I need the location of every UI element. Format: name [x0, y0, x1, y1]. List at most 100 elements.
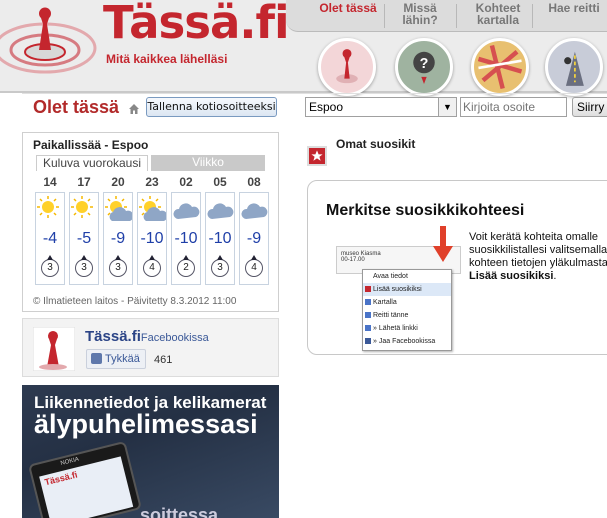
partly-cloudy-icon — [105, 196, 132, 221]
nav-separator — [532, 4, 533, 28]
favorites-promo: Merkitse suosikkikohteesi museo Kiasma 0… — [307, 180, 607, 355]
facebook-page-logo[interactable] — [33, 327, 75, 371]
weather-title: Paikallissää - Espoo — [33, 138, 149, 152]
save-home-address-button[interactable]: Tallenna kotiosoitteeksi — [146, 97, 277, 117]
weather-hour: 14 — [43, 175, 57, 189]
weather-temperature: -10 — [208, 230, 232, 247]
weather-footer: © Ilmatieteen laitos - Päivitetty 8.3.20… — [33, 296, 237, 307]
partly-cloudy-icon — [139, 196, 166, 221]
wind-indicator: 3 — [211, 255, 229, 277]
menu-item-icon — [365, 299, 371, 305]
phone-app-logo: Tässä.fi — [43, 469, 79, 488]
wind-indicator: 4 — [245, 255, 263, 277]
ad-footer-text: soittessa — [140, 505, 219, 518]
ad-subheadline: älypuhelimessasi — [34, 409, 258, 439]
city-select[interactable]: Espoo ▼ — [305, 97, 457, 117]
home-icon — [129, 104, 139, 114]
menu-item-icon — [365, 338, 371, 344]
nav-separator — [384, 4, 385, 28]
promo-text-post: . — [553, 270, 557, 282]
go-button[interactable]: Siirry — [572, 97, 607, 117]
nav-separator — [456, 4, 457, 28]
address-input[interactable] — [460, 97, 567, 117]
context-menu-item-label: Lisää suosikiksi — [373, 286, 422, 293]
phone-image: NOKIA Tässä.fi — [28, 440, 142, 518]
weather-hour: 02 — [179, 175, 193, 189]
facebook-page-name[interactable]: Tässä.fiFacebookissa — [85, 328, 209, 345]
nav-tab-missa-lahin[interactable]: Missä lähin? — [390, 2, 450, 26]
promo-text-bold: Lisää suosikiksi — [469, 270, 554, 282]
weather-temperature: -4 — [42, 230, 58, 247]
weather-widget: Paikallissää - Espoo Kuluva vuorokausi V… — [22, 132, 279, 312]
menu-item-icon — [365, 325, 371, 331]
weather-cell: -9 3 — [103, 192, 133, 285]
weather-cell: -5 3 — [69, 192, 99, 285]
context-menu-item: Lisää suosikiksi — [363, 283, 451, 296]
promo-text: Voit kerätä kohteita omalle suosikkilist… — [469, 231, 607, 283]
context-menu-item-label: Kartalla — [373, 299, 397, 306]
weather-temperature: -9 — [110, 230, 126, 247]
context-menu-item-label: Reitti tänne — [373, 312, 409, 319]
cloud-icon — [207, 203, 234, 219]
weather-hour: 08 — [247, 175, 261, 189]
weather-column: 08 -9 4 — [239, 173, 269, 285]
star-icon — [307, 146, 327, 166]
context-menu-item-label: Avaa tiedot — [373, 273, 408, 280]
wind-indicator: 2 — [177, 255, 195, 277]
logo-swirl-icon[interactable] — [0, 0, 120, 80]
nav-tab-hae-reitti[interactable]: Hae reitti — [544, 2, 604, 14]
tab-current-day[interactable]: Kuluva vuorokausi — [36, 155, 148, 171]
weather-column: 20 -9 3 — [103, 173, 133, 285]
facebook-page-title: Tässä.fi — [85, 328, 141, 345]
context-menu-item: » Lähetä linkki — [363, 322, 451, 335]
context-menu: Avaa tiedot Lisää suosikiksi Kartalla Reitt… — [362, 269, 452, 351]
nav-tab-olet-tassa[interactable]: Olet tässä — [318, 2, 378, 14]
context-menu-item-label: » Jaa Facebookissa — [373, 338, 436, 345]
context-menu-item: Kartalla — [363, 296, 451, 309]
promo-title: Merkitse suosikkikohteesi — [326, 202, 525, 219]
wind-indicator: 3 — [109, 255, 127, 277]
cloud-icon — [173, 203, 200, 219]
weather-hour: 17 — [77, 175, 91, 189]
weather-column: 17 -5 3 — [69, 173, 99, 285]
nav-tab-kohteet-kartalla[interactable]: Kohteet kartalla — [468, 2, 528, 26]
wind-indicator: 3 — [41, 255, 59, 277]
like-button-label: Tykkää — [105, 353, 140, 365]
weather-temperature: -10 — [174, 230, 198, 247]
wind-indicator: 3 — [75, 255, 93, 277]
thumbs-up-icon — [91, 353, 102, 364]
map-icon[interactable] — [471, 38, 529, 96]
weather-hour: 23 — [145, 175, 159, 189]
promo-text-pre: Voit kerätä kohteita omalle suosikkilist… — [469, 231, 607, 269]
site-tagline: Mitä kaikkea lähelläsi — [106, 52, 228, 66]
like-count: 461 — [154, 354, 173, 366]
main-nav: Olet tässä Missä lähin? Kohteet kartalla… — [286, 0, 607, 32]
mobile-app-ad[interactable]: Liikennetiedot ja kelikamerat älypuhelim… — [22, 385, 279, 518]
weather-temperature: -5 — [76, 230, 92, 247]
weather-column: 02 -10 2 — [171, 173, 201, 285]
weather-cell: -9 4 — [239, 192, 269, 285]
pin-icon[interactable] — [318, 38, 376, 96]
route-icon[interactable] — [545, 38, 603, 96]
weather-hour: 20 — [111, 175, 125, 189]
chevron-down-icon[interactable]: ▼ — [438, 98, 456, 116]
phone-brand: NOKIA — [60, 456, 80, 467]
page-title: Olet tässä — [33, 97, 120, 117]
weather-temperature: -10 — [140, 230, 164, 247]
phone-screen: Tässä.fi — [39, 456, 134, 518]
weather-column: 05 -10 3 — [205, 173, 235, 285]
like-button[interactable]: Tykkää — [86, 349, 146, 369]
svg-text:?: ? — [420, 56, 429, 72]
arrow-down-icon — [433, 226, 453, 262]
tab-week[interactable]: Viikko — [151, 155, 265, 171]
weather-cell: -4 3 — [35, 192, 65, 285]
menu-item-icon — [365, 312, 371, 318]
menu-item-icon — [365, 286, 371, 292]
site-logo[interactable]: Tässä.fi — [103, 0, 289, 49]
weather-cell: -10 4 — [137, 192, 167, 285]
sun-icon — [71, 196, 93, 218]
wind-indicator: 4 — [143, 255, 161, 277]
cloud-icon — [241, 203, 268, 219]
question-pin-icon[interactable]: ? — [395, 38, 453, 96]
context-menu-item: Reitti tänne — [363, 309, 451, 322]
